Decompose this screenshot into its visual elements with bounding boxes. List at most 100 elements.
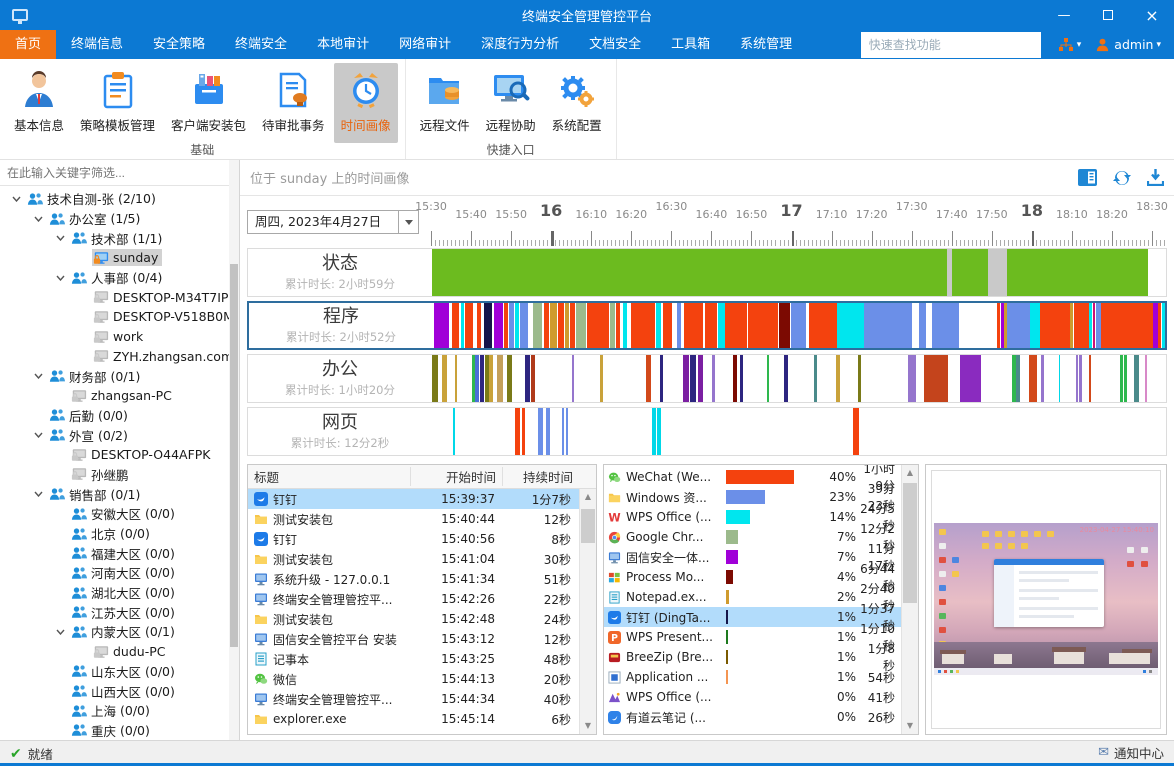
table-row[interactable]: 钉钉15:39:371分7秒 [248,489,579,509]
tree-item-销售部[interactable]: 销售部(0/1) [0,484,239,504]
detail-list-icon[interactable] [1078,169,1097,186]
admin-menu-button[interactable]: admin ▾ [1088,30,1168,59]
timeline-track[interactable] [432,408,1166,455]
table-row[interactable]: 记事本15:43:2548秒 [248,649,579,669]
tree-item-安徽大区[interactable]: 安徽大区(0/0) [0,504,239,524]
org-switch-button[interactable]: ▾ [1051,30,1089,59]
ribbon-button-远程协助[interactable]: 远程协助 [479,63,543,143]
scroll-up-icon[interactable]: ▲ [580,489,596,505]
tree-item-技术部[interactable]: 技术部(1/1) [0,228,239,248]
table-row[interactable]: 终端安全管理管控平...15:42:2622秒 [248,589,579,609]
ribbon-button-客户端安装包[interactable]: 客户端安装包 [164,63,253,143]
menu-tab-系统管理[interactable]: 系统管理 [725,30,807,59]
chevron-expanded-icon[interactable] [50,235,70,241]
quick-search-input[interactable] [861,32,1041,58]
timeline-track[interactable] [432,249,1166,296]
table-scrollbar[interactable]: ▲ ▼ [579,489,596,734]
timeline-row-状态[interactable]: 状态累计时长: 2小时59分 [247,248,1167,297]
table-row[interactable]: 终端安全管理管控平...15:44:3440秒 [248,689,579,709]
tree-item-外宣[interactable]: 外宣(0/2) [0,425,239,445]
tree-item-山西大区[interactable]: 山西大区(0/0) [0,681,239,701]
scrollbar-thumb[interactable] [903,483,917,603]
table-row[interactable]: 测试安装包15:42:4824秒 [248,609,579,629]
tree-item-孙继鹏[interactable]: 孙继鹏 [0,465,239,485]
tree-item-山东大区[interactable]: 山东大区(0/0) [0,662,239,682]
timeline-row-网页[interactable]: 网页累计时长: 12分2秒 [247,407,1167,456]
table-row[interactable]: explorer.exe15:45:146秒 [248,709,579,729]
table-row[interactable]: 测试安装包15:41:0430秒 [248,549,579,569]
process-row[interactable]: BreeZip (Bre...1%1分8秒 [604,647,918,667]
menu-tab-工具箱[interactable]: 工具箱 [656,30,725,59]
tree-item-DESKTOP-M34T7IP[interactable]: DESKTOP-M34T7IP [0,287,239,307]
ribbon-button-远程文件[interactable]: 远程文件 [413,63,477,143]
download-icon[interactable] [1147,169,1164,186]
date-picker[interactable]: 周四, 2023年4月27日 [247,210,419,234]
ribbon-button-策略模板管理[interactable]: 策略模板管理 [73,63,162,143]
tree-item-人事部[interactable]: 人事部(0/4) [0,268,239,288]
menu-tab-首页[interactable]: 首页 [0,30,56,59]
ribbon-button-时间画像[interactable]: 时间画像 [334,63,398,143]
menu-tab-安全策略[interactable]: 安全策略 [138,30,220,59]
tree-item-内蒙大区[interactable]: 内蒙大区(0/1) [0,622,239,642]
timeline-row-程序[interactable]: 程序累计时长: 2小时52分 [247,301,1167,350]
date-dropdown-button[interactable] [398,211,418,233]
process-row[interactable]: 有道云笔记 (...0%26秒 [604,707,918,727]
timeline-track[interactable] [433,303,1165,348]
tree-item-财务部[interactable]: 财务部(0/1) [0,366,239,386]
ribbon-button-基本信息[interactable]: 基本信息 [7,63,71,143]
menu-tab-深度行为分析[interactable]: 深度行为分析 [466,30,574,59]
scroll-down-icon[interactable]: ▼ [580,718,596,734]
column-start-time[interactable]: 开始时间 [411,467,503,486]
tree-filter-input[interactable] [0,160,239,186]
menu-tab-终端安全[interactable]: 终端安全 [220,30,302,59]
chevron-expanded-icon[interactable] [28,432,48,438]
refresh-icon[interactable] [1113,169,1131,187]
menu-tab-本地审计[interactable]: 本地审计 [302,30,384,59]
timeline-row-办公[interactable]: 办公累计时长: 1小时20分 [247,354,1167,403]
tree-item-后勤[interactable]: 后勤(0/0) [0,406,239,426]
process-scrollbar[interactable]: ▲ ▼ [901,465,918,734]
tree-item-work[interactable]: work [0,327,239,347]
process-row[interactable]: Application ...1%54秒 [604,667,918,687]
column-title[interactable]: 标题 [248,467,411,486]
table-row[interactable]: 测试安装包15:40:4412秒 [248,509,579,529]
chevron-expanded-icon[interactable] [50,629,70,635]
chevron-expanded-icon[interactable] [6,196,26,202]
tree-item-DESKTOP-O44AFPK[interactable]: DESKTOP-O44AFPK [0,445,239,465]
chevron-expanded-icon[interactable] [28,373,48,379]
scroll-up-icon[interactable]: ▲ [902,465,918,481]
menu-tab-网络审计[interactable]: 网络审计 [384,30,466,59]
tree-item-技术自测-张[interactable]: 技术自测-张(2/10) [0,189,239,209]
column-duration[interactable]: 持续时间 [503,467,579,486]
tree-item-河南大区[interactable]: 河南大区(0/0) [0,563,239,583]
scrollbar-thumb[interactable] [581,509,595,543]
tree-item-sunday[interactable]: sunday [0,248,239,268]
tree-scrollbar[interactable] [229,160,239,740]
tree-item-办公室[interactable]: 办公室(1/5) [0,209,239,229]
chevron-expanded-icon[interactable] [50,275,70,281]
desktop-screenshot[interactable]: 2023-04-27 15:40:10 [934,523,1158,675]
menu-tab-终端信息[interactable]: 终端信息 [56,30,138,59]
tree-item-江苏大区[interactable]: 江苏大区(0/0) [0,602,239,622]
ribbon-button-待审批事务[interactable]: 待审批事务 [255,63,332,143]
tree-item-重庆[interactable]: 重庆(0/0) [0,721,239,740]
table-row[interactable]: 固信安全管控平台 安装15:43:1212秒 [248,629,579,649]
tree-item-ZYH.zhangsan.com[interactable]: ZYH.zhangsan.com [0,347,239,367]
tree-item-zhangsan-PC[interactable]: zhangsan-PC [0,386,239,406]
tree-item-湖北大区[interactable]: 湖北大区(0/0) [0,583,239,603]
scroll-down-icon[interactable]: ▼ [902,718,918,734]
chevron-expanded-icon[interactable] [28,491,48,497]
tree-item-dudu-PC[interactable]: dudu-PC [0,642,239,662]
timeline-track[interactable] [432,355,1166,402]
menu-tab-文档安全[interactable]: 文档安全 [574,30,656,59]
chevron-expanded-icon[interactable] [28,216,48,222]
ribbon-button-系统配置[interactable]: 系统配置 [545,63,609,143]
tree-item-北京[interactable]: 北京(0/0) [0,524,239,544]
tree-item-DESKTOP-V518B0M[interactable]: DESKTOP-V518B0M [0,307,239,327]
tree-item-福建大区[interactable]: 福建大区(0/0) [0,543,239,563]
process-row[interactable]: WPS Office (...0%41秒 [604,687,918,707]
table-row[interactable]: 系统升级 - 127.0.0.115:41:3451秒 [248,569,579,589]
table-row[interactable]: 微信15:44:1320秒 [248,669,579,689]
tree-item-上海[interactable]: 上海(0/0) [0,701,239,721]
notification-center-button[interactable]: ✉ 通知中心 [1098,743,1164,764]
